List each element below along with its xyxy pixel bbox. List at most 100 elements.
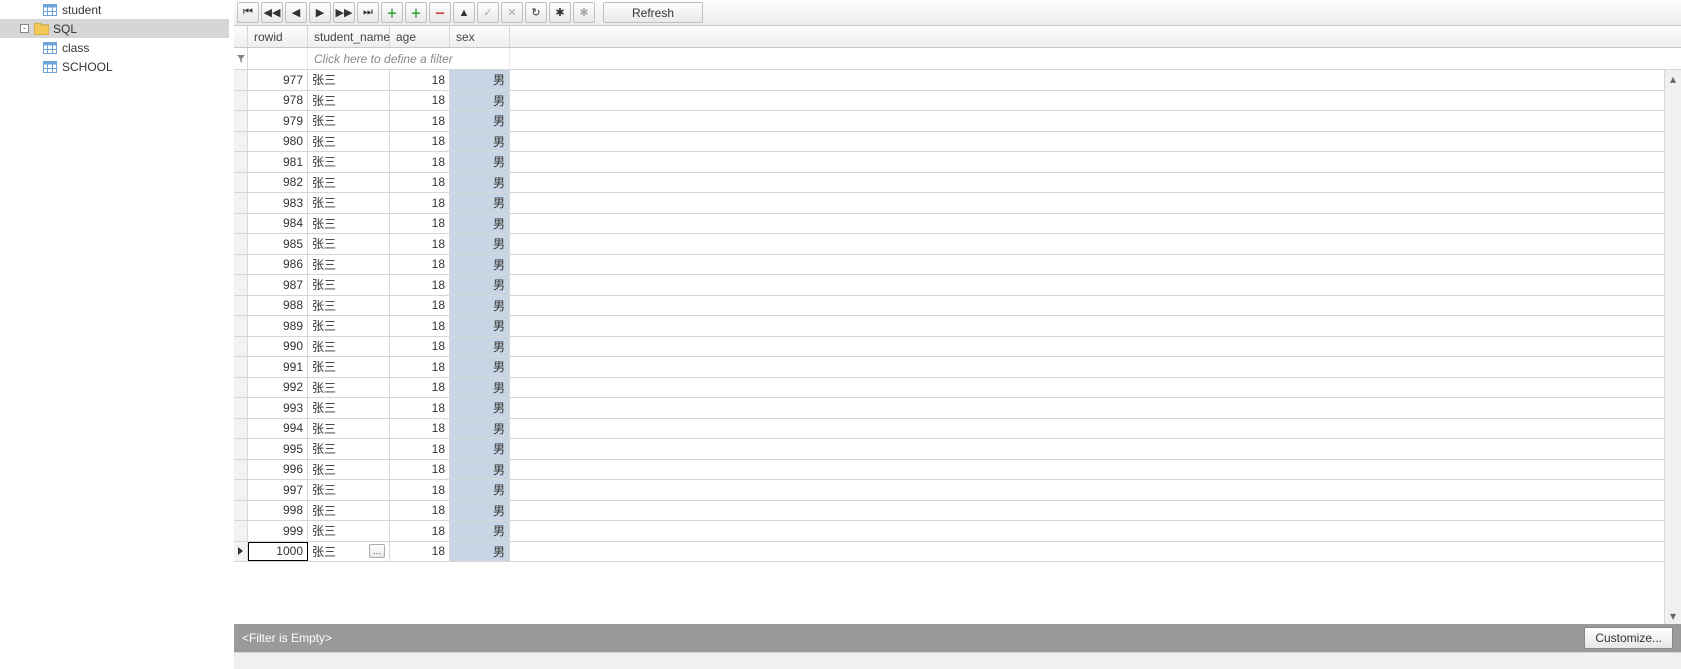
cell-age[interactable]: 18 [390,234,450,254]
table-row[interactable]: 999张三18男 [234,521,1681,542]
table-row[interactable]: 997张三18男 [234,480,1681,501]
cell-student-name[interactable]: 张三 [308,132,390,152]
row-indicator[interactable] [234,357,248,377]
cell-sex[interactable]: 男 [450,70,510,90]
row-indicator[interactable] [234,193,248,213]
cell-rowid[interactable]: 998 [248,501,308,521]
cell-sex[interactable]: 男 [450,542,510,562]
row-indicator[interactable] [234,316,248,336]
col-header-student-name[interactable]: student_name [308,26,390,47]
cell-age[interactable]: 18 [390,91,450,111]
cell-age[interactable]: 18 [390,419,450,439]
cell-student-name[interactable]: 张三 [308,275,390,295]
insert-row-button[interactable]: ＋ [405,2,427,23]
table-row[interactable]: 978张三18男 [234,91,1681,112]
row-indicator[interactable] [234,501,248,521]
table-row[interactable]: 993张三18男 [234,398,1681,419]
tree-item-student[interactable]: student [0,0,229,19]
cell-rowid[interactable]: 993 [248,398,308,418]
cell-rowid[interactable]: 977 [248,70,308,90]
cell-sex[interactable]: 男 [450,521,510,541]
table-row[interactable]: 984张三18男 [234,214,1681,235]
cell-rowid[interactable]: 991 [248,357,308,377]
cell-age[interactable]: 18 [390,152,450,172]
cell-rowid[interactable]: 984 [248,214,308,234]
cell-rowid[interactable]: 983 [248,193,308,213]
cell-age[interactable]: 18 [390,460,450,480]
col-header-sex[interactable]: sex [450,26,510,47]
cell-sex[interactable]: 男 [450,234,510,254]
cell-editor-ellipsis-button[interactable]: … [369,544,385,558]
cell-sex[interactable]: 男 [450,378,510,398]
cell-student-name[interactable]: 张三 [308,193,390,213]
row-indicator[interactable] [234,296,248,316]
cell-student-name[interactable]: 张三 [308,173,390,193]
table-row[interactable]: 998张三18男 [234,501,1681,522]
cell-sex[interactable]: 男 [450,419,510,439]
cell-sex[interactable]: 男 [450,337,510,357]
cell-age[interactable]: 18 [390,316,450,336]
col-header-age[interactable]: age [390,26,450,47]
cell-age[interactable]: 18 [390,521,450,541]
cell-sex[interactable]: 男 [450,275,510,295]
cell-sex[interactable]: 男 [450,111,510,131]
cell-sex[interactable]: 男 [450,296,510,316]
cell-age[interactable]: 18 [390,337,450,357]
cell-student-name[interactable]: 张三… [308,542,390,562]
row-indicator[interactable] [234,480,248,500]
cell-rowid[interactable]: 979 [248,111,308,131]
row-indicator[interactable] [234,255,248,275]
nav-next-button[interactable]: ▶ [309,2,331,23]
row-indicator[interactable] [234,460,248,480]
cell-student-name[interactable]: 张三 [308,378,390,398]
cell-student-name[interactable]: 张三 [308,255,390,275]
table-row[interactable]: 982张三18男 [234,173,1681,194]
table-row[interactable]: 985张三18男 [234,234,1681,255]
row-indicator[interactable] [234,521,248,541]
row-indicator[interactable] [234,111,248,131]
cell-student-name[interactable]: 张三 [308,357,390,377]
cell-rowid[interactable]: 997 [248,480,308,500]
cell-student-name[interactable]: 张三 [308,214,390,234]
cell-age[interactable]: 18 [390,214,450,234]
row-indicator[interactable] [234,275,248,295]
refresh-row-button[interactable]: ↻ [525,2,547,23]
cell-rowid[interactable]: 996 [248,460,308,480]
horizontal-scrollbar[interactable] [234,652,1681,669]
cell-age[interactable]: 18 [390,378,450,398]
cell-rowid[interactable]: 985 [248,234,308,254]
cell-student-name[interactable]: 张三 [308,316,390,336]
cell-rowid[interactable]: 995 [248,439,308,459]
tree-expander-icon[interactable]: - [20,24,29,33]
cell-rowid[interactable]: 988 [248,296,308,316]
nav-first-button[interactable]: ⏮ [237,2,259,23]
cell-rowid[interactable]: 982 [248,173,308,193]
cell-age[interactable]: 18 [390,480,450,500]
row-indicator[interactable] [234,337,248,357]
cell-age[interactable]: 18 [390,398,450,418]
cell-sex[interactable]: 男 [450,152,510,172]
tree-item-sql[interactable]: -SQL [0,19,229,38]
nav-prev-button[interactable]: ◀ [285,2,307,23]
cell-sex[interactable]: 男 [450,316,510,336]
table-row[interactable]: 983张三18男 [234,193,1681,214]
table-row[interactable]: 980张三18男 [234,132,1681,153]
row-indicator[interactable] [234,173,248,193]
table-row[interactable]: 1000张三…18男 [234,542,1681,563]
cell-rowid[interactable]: 1000 [248,542,308,562]
cell-sex[interactable]: 男 [450,193,510,213]
grid-body[interactable]: ▴ ▾ 977张三18男978张三18男979张三18男980张三18男981张… [234,70,1681,624]
row-indicator[interactable] [234,132,248,152]
row-indicator[interactable] [234,214,248,234]
table-row[interactable]: 991张三18男 [234,357,1681,378]
cell-student-name[interactable]: 张三 [308,460,390,480]
row-indicator[interactable] [234,152,248,172]
table-row[interactable]: 981张三18男 [234,152,1681,173]
cell-age[interactable]: 18 [390,275,450,295]
scroll-up-icon[interactable]: ▴ [1666,70,1681,87]
grid-filter-row[interactable]: Click here to define a filter [234,48,1681,70]
cell-student-name[interactable]: 张三 [308,501,390,521]
bookmark-button[interactable]: ✱ [549,2,571,23]
table-row[interactable]: 996张三18男 [234,460,1681,481]
cell-student-name[interactable]: 张三 [308,234,390,254]
